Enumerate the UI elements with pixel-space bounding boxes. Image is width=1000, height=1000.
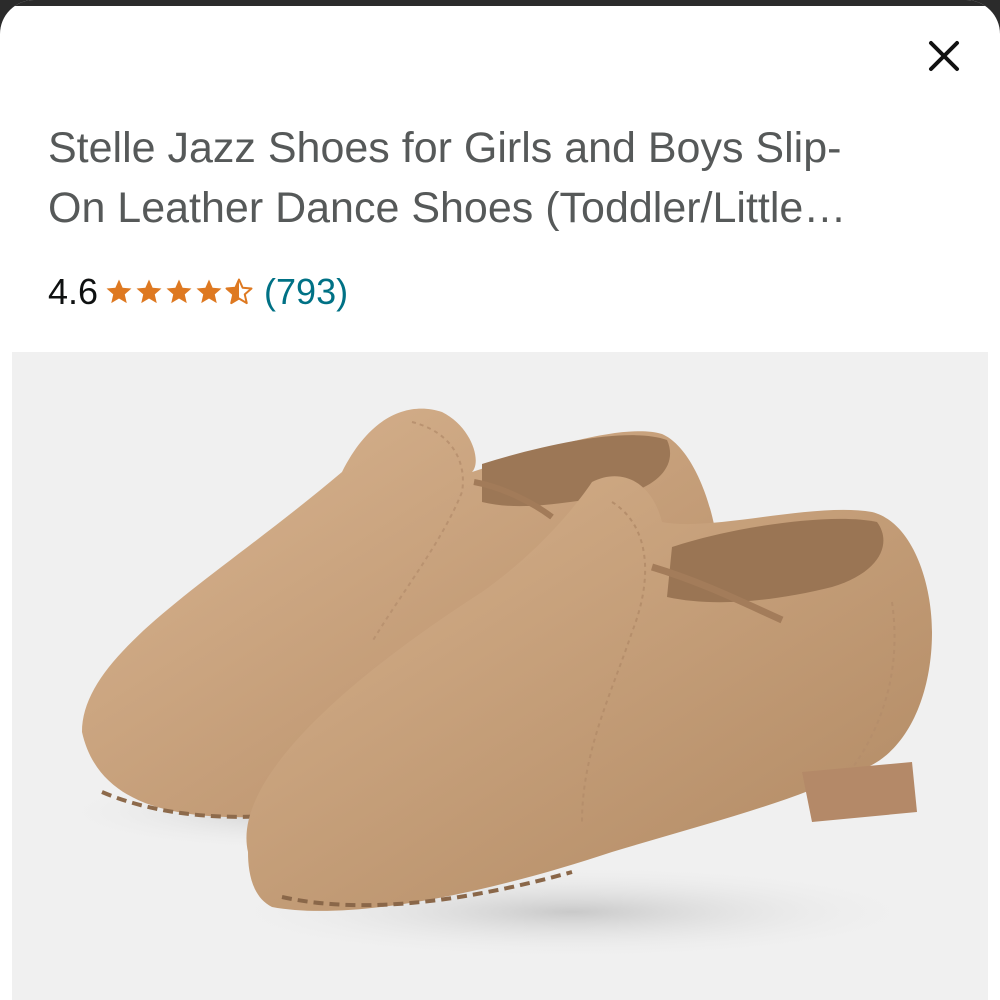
review-count-link[interactable]: (793) <box>264 271 348 313</box>
star-icon <box>166 279 192 304</box>
star-icon <box>196 279 222 304</box>
star-rating <box>104 277 254 307</box>
close-icon <box>929 41 959 71</box>
star-icon <box>106 279 132 304</box>
rating-value: 4.6 <box>48 271 99 312</box>
product-title-line-1: Stelle Jazz Shoes for Girls and Boys Sli… <box>48 124 842 172</box>
product-preview-sheet: Stelle Jazz Shoes for Girls and Boys Sli… <box>0 0 1000 1000</box>
star-icon <box>136 279 162 304</box>
product-image[interactable] <box>12 352 988 1000</box>
tan-jazz-shoes-image <box>12 352 988 1000</box>
product-title-line-2: On Leather Dance Shoes (Toddler/Little… <box>48 184 847 232</box>
product-title[interactable]: Stelle Jazz Shoes for Girls and Boys Sli… <box>48 118 928 238</box>
close-button[interactable] <box>918 30 970 82</box>
sheet-top-edge <box>0 0 1000 6</box>
rating-row[interactable]: 4.6 (793) <box>48 268 348 316</box>
half-star-icon <box>225 278 253 305</box>
